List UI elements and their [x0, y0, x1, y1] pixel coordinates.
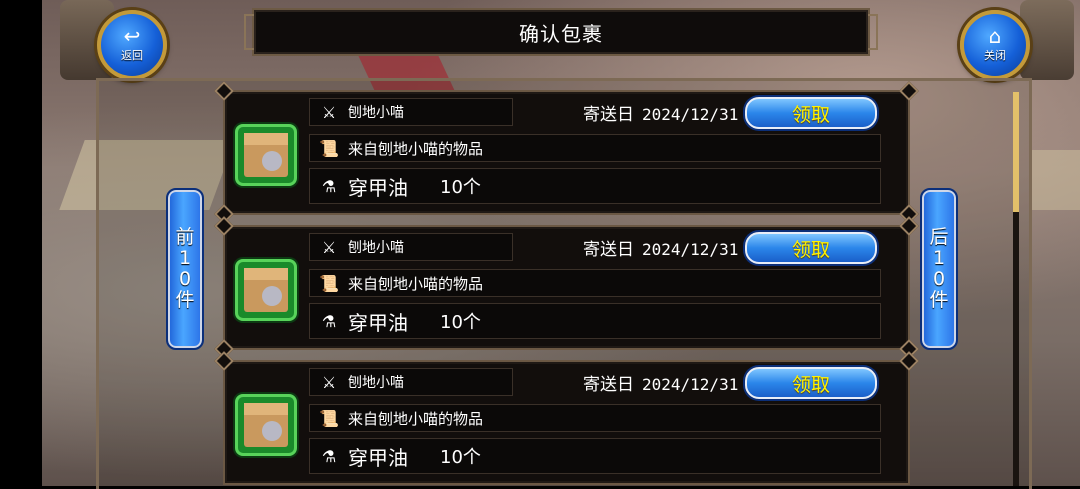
sender-icon: ⚔ [321, 372, 337, 392]
item-name: 穿甲油 [348, 445, 408, 470]
sender-row: ⚔ 刨地小喵 [309, 233, 513, 261]
send-date-value: 2024/12/31 [642, 240, 739, 259]
send-date: 寄送日 2024/12/31 [583, 100, 738, 125]
sender-name: 刨地小喵 [348, 375, 404, 391]
title-ornament [868, 14, 878, 50]
sender-name: 刨地小喵 [348, 105, 404, 121]
sender-row: ⚔ 刨地小喵 [309, 98, 513, 126]
home-icon: ⌂ [988, 24, 1002, 48]
title-ornament [244, 14, 254, 50]
prev-button-label: 前10件 [175, 226, 195, 311]
package-icon [235, 124, 297, 186]
item-name: 穿甲油 [348, 310, 408, 335]
next-button-label: 后10件 [929, 226, 949, 311]
claim-button[interactable]: 领取 [745, 367, 877, 399]
sender-row: ⚔ 刨地小喵 [309, 368, 513, 396]
package-icon [235, 394, 297, 456]
potion-flask-icon: ⚗ [321, 176, 337, 196]
mail-subject: 来自刨地小喵的物品 [348, 409, 484, 428]
mail-subject: 来自刨地小喵的物品 [348, 274, 484, 293]
potion-flask-icon: ⚗ [321, 446, 337, 466]
item-row: ⚗ 穿甲油 10个 [309, 168, 881, 204]
mail-item: ⚔ 刨地小喵 寄送日 2024/12/31 领取 📜 来自刨地小喵的物品 ⚗ 穿甲… [214, 351, 919, 485]
page-title: 确认包裹 [519, 21, 603, 46]
send-date-value: 2024/12/31 [642, 105, 739, 124]
item-quantity: 10个 [440, 312, 481, 333]
send-date: 寄送日 2024/12/31 [583, 235, 738, 260]
potion-flask-icon: ⚗ [321, 311, 337, 331]
send-date-value: 2024/12/31 [642, 375, 739, 394]
mail-subject: 来自刨地小喵的物品 [348, 139, 484, 158]
subject-row: 📜 来自刨地小喵的物品 [309, 134, 881, 162]
subject-row: 📜 来自刨地小喵的物品 [309, 404, 881, 432]
item-quantity: 10个 [440, 447, 481, 468]
scroll-letter-icon: 📜 [319, 408, 339, 428]
sender-icon: ⚔ [321, 237, 337, 257]
title-bar: 确认包裹 [244, 8, 878, 56]
item-row: ⚗ 穿甲油 10个 [309, 438, 881, 474]
close-button-label: 关闭 [984, 49, 1006, 62]
scroll-letter-icon: 📜 [319, 138, 339, 158]
background-table [1030, 150, 1080, 210]
back-arrow-icon: ↩ [123, 24, 141, 48]
mail-item: ⚔ 刨地小喵 寄送日 2024/12/31 领取 📜 来自刨地小喵的物品 ⚗ 穿甲… [214, 216, 919, 359]
next-10-button[interactable]: 后10件 [920, 188, 958, 350]
send-date-label: 寄送日 [583, 240, 634, 260]
claim-button[interactable]: 领取 [745, 97, 877, 129]
item-row: ⚗ 穿甲油 10个 [309, 303, 881, 339]
prev-10-button[interactable]: 前10件 [166, 188, 204, 350]
scrollbar-thumb[interactable] [1013, 92, 1019, 212]
subject-row: 📜 来自刨地小喵的物品 [309, 269, 881, 297]
mail-item: ⚔ 刨地小喵 寄送日 2024/12/31 领取 📜 来自刨地小喵的物品 ⚗ 穿甲… [214, 81, 919, 224]
send-date: 寄送日 2024/12/31 [583, 370, 738, 395]
send-date-label: 寄送日 [583, 105, 634, 125]
package-icon [235, 259, 297, 321]
send-date-label: 寄送日 [583, 375, 634, 395]
item-name: 穿甲油 [348, 175, 408, 200]
claim-button[interactable]: 领取 [745, 232, 877, 264]
sender-icon: ⚔ [321, 102, 337, 122]
item-quantity: 10个 [440, 177, 481, 198]
scroll-letter-icon: 📜 [319, 273, 339, 293]
back-button-label: 返回 [121, 49, 143, 62]
sender-name: 刨地小喵 [348, 240, 404, 256]
back-button[interactable]: ↩ 返回 [97, 10, 167, 80]
close-button[interactable]: ⌂ 关闭 [960, 10, 1030, 80]
